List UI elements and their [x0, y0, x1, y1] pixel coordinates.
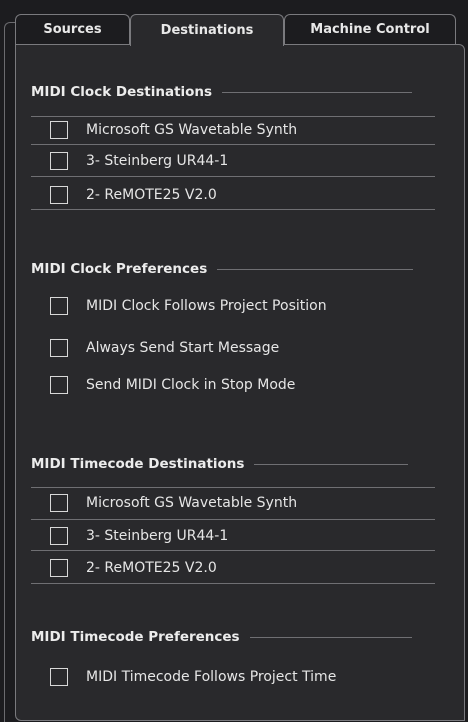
tab-destinations[interactable]: Destinations	[130, 14, 284, 46]
option-label: Send MIDI Clock in Stop Mode	[86, 377, 296, 393]
section-title-text: MIDI Clock Destinations	[31, 84, 213, 100]
list-item[interactable]: 2- ReMOTE25 V2.0	[50, 556, 217, 580]
item-label: 2- ReMOTE25 V2.0	[86, 560, 217, 576]
checkbox[interactable]	[50, 186, 68, 204]
section-rule	[254, 463, 409, 465]
divider	[31, 209, 435, 210]
divider	[31, 144, 435, 145]
list-item[interactable]: Microsoft GS Wavetable Synth	[50, 491, 297, 515]
preference-option[interactable]: Send MIDI Clock in Stop Mode	[50, 373, 295, 397]
checkbox[interactable]	[50, 297, 68, 315]
checkbox[interactable]	[50, 668, 68, 686]
divider	[31, 519, 435, 520]
list-item[interactable]: 3- Steinberg UR44-1	[50, 149, 228, 173]
item-label: Microsoft GS Wavetable Synth	[86, 495, 298, 511]
preference-option[interactable]: Always Send Start Message	[50, 336, 279, 360]
divider	[31, 176, 435, 177]
section-title-clock-preferences: MIDI Clock Preferences	[31, 259, 414, 279]
item-label: 3- Steinberg UR44-1	[86, 528, 229, 544]
divider	[31, 487, 435, 488]
checkbox[interactable]	[50, 494, 68, 512]
divider	[31, 550, 435, 551]
item-label: Microsoft GS Wavetable Synth	[86, 122, 298, 138]
section-title-text: MIDI Timecode Preferences	[31, 629, 240, 645]
checkbox[interactable]	[50, 527, 68, 545]
section-title-text: MIDI Clock Preferences	[31, 261, 208, 277]
section-rule	[217, 268, 414, 270]
section-rule	[249, 636, 412, 638]
checkbox[interactable]	[50, 121, 68, 139]
tab-machine-control[interactable]: Machine Control	[284, 14, 456, 44]
checkbox[interactable]	[50, 376, 68, 394]
divider	[31, 583, 435, 584]
preference-option[interactable]: MIDI Clock Follows Project Position	[50, 294, 327, 318]
option-label: MIDI Timecode Follows Project Time	[86, 669, 337, 685]
section-title-clock-destinations: MIDI Clock Destinations	[31, 82, 413, 102]
item-label: 3- Steinberg UR44-1	[86, 153, 229, 169]
tab-sources[interactable]: Sources	[15, 14, 130, 44]
list-item[interactable]: Microsoft GS Wavetable Synth	[50, 118, 297, 142]
list-item[interactable]: 3- Steinberg UR44-1	[50, 524, 228, 548]
list-item[interactable]: 2- ReMOTE25 V2.0	[50, 183, 217, 207]
section-title-timecode-preferences: MIDI Timecode Preferences	[31, 627, 412, 647]
section-title-text: MIDI Timecode Destinations	[31, 456, 245, 472]
option-label: Always Send Start Message	[86, 340, 280, 356]
tab-bar: Sources Destinations Machine Control	[8, 14, 458, 46]
checkbox[interactable]	[50, 339, 68, 357]
divider	[31, 116, 435, 117]
preference-option[interactable]: MIDI Timecode Follows Project Time	[50, 665, 336, 689]
section-title-timecode-destinations: MIDI Timecode Destinations	[31, 454, 409, 474]
option-label: MIDI Clock Follows Project Position	[86, 298, 327, 314]
item-label: 2- ReMOTE25 V2.0	[86, 187, 217, 203]
checkbox[interactable]	[50, 559, 68, 577]
checkbox[interactable]	[50, 152, 68, 170]
section-rule	[222, 91, 413, 93]
